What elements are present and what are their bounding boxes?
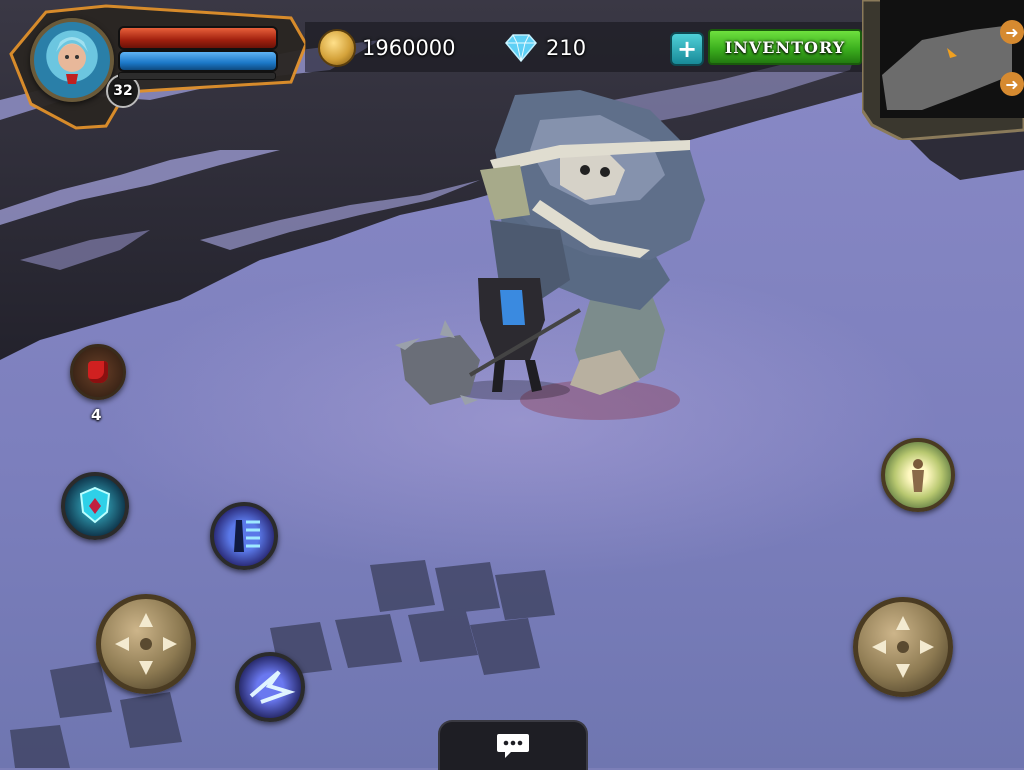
gem-amount: 210 [546, 36, 587, 60]
lightning-skill-button[interactable] [235, 652, 305, 722]
minimap-arrow-up-icon[interactable]: ➜ [1000, 20, 1024, 44]
movement-joystick[interactable] [96, 594, 196, 694]
inventory-button[interactable]: INVENTORY [708, 29, 862, 65]
chat-bubble-icon [497, 734, 529, 758]
shield-skill-icon [79, 486, 111, 524]
health-bar [118, 26, 278, 50]
player-avatar[interactable] [30, 18, 114, 102]
experience-bar [118, 72, 276, 80]
mana-bar [118, 50, 278, 72]
gem-display: 210 [504, 30, 586, 66]
player-status-frame: 32 [6, 4, 306, 130]
potion-count: 4 [91, 406, 102, 424]
shield-skill-button[interactable] [61, 472, 129, 540]
chat-button[interactable] [438, 720, 588, 770]
gold-display: 1960000 [318, 29, 456, 67]
lightning-skill-icon [249, 670, 296, 704]
four-way-arrows-icon [115, 613, 177, 675]
inventory-label: INVENTORY [724, 37, 846, 57]
minimap[interactable]: ➜ ➜ [860, 0, 1024, 142]
red-potion-icon [88, 361, 108, 383]
teleport-skill-icon [912, 459, 924, 492]
ice-wall-skill-icon [234, 520, 260, 552]
minimap-arrow-down-icon[interactable]: ➜ [1000, 72, 1024, 96]
add-currency-button[interactable]: + [670, 32, 704, 66]
health-potion-button[interactable] [70, 344, 126, 400]
gold-amount: 1960000 [362, 36, 456, 60]
camera-joystick[interactable] [853, 597, 953, 697]
plus-icon: + [676, 35, 698, 63]
diamond-icon [505, 34, 537, 63]
gold-coin-icon [318, 29, 356, 67]
ice-wall-skill-button[interactable] [210, 502, 278, 570]
teleport-skill-button[interactable] [881, 438, 955, 512]
level-number: 32 [113, 83, 133, 99]
four-way-arrows-icon [872, 616, 934, 678]
